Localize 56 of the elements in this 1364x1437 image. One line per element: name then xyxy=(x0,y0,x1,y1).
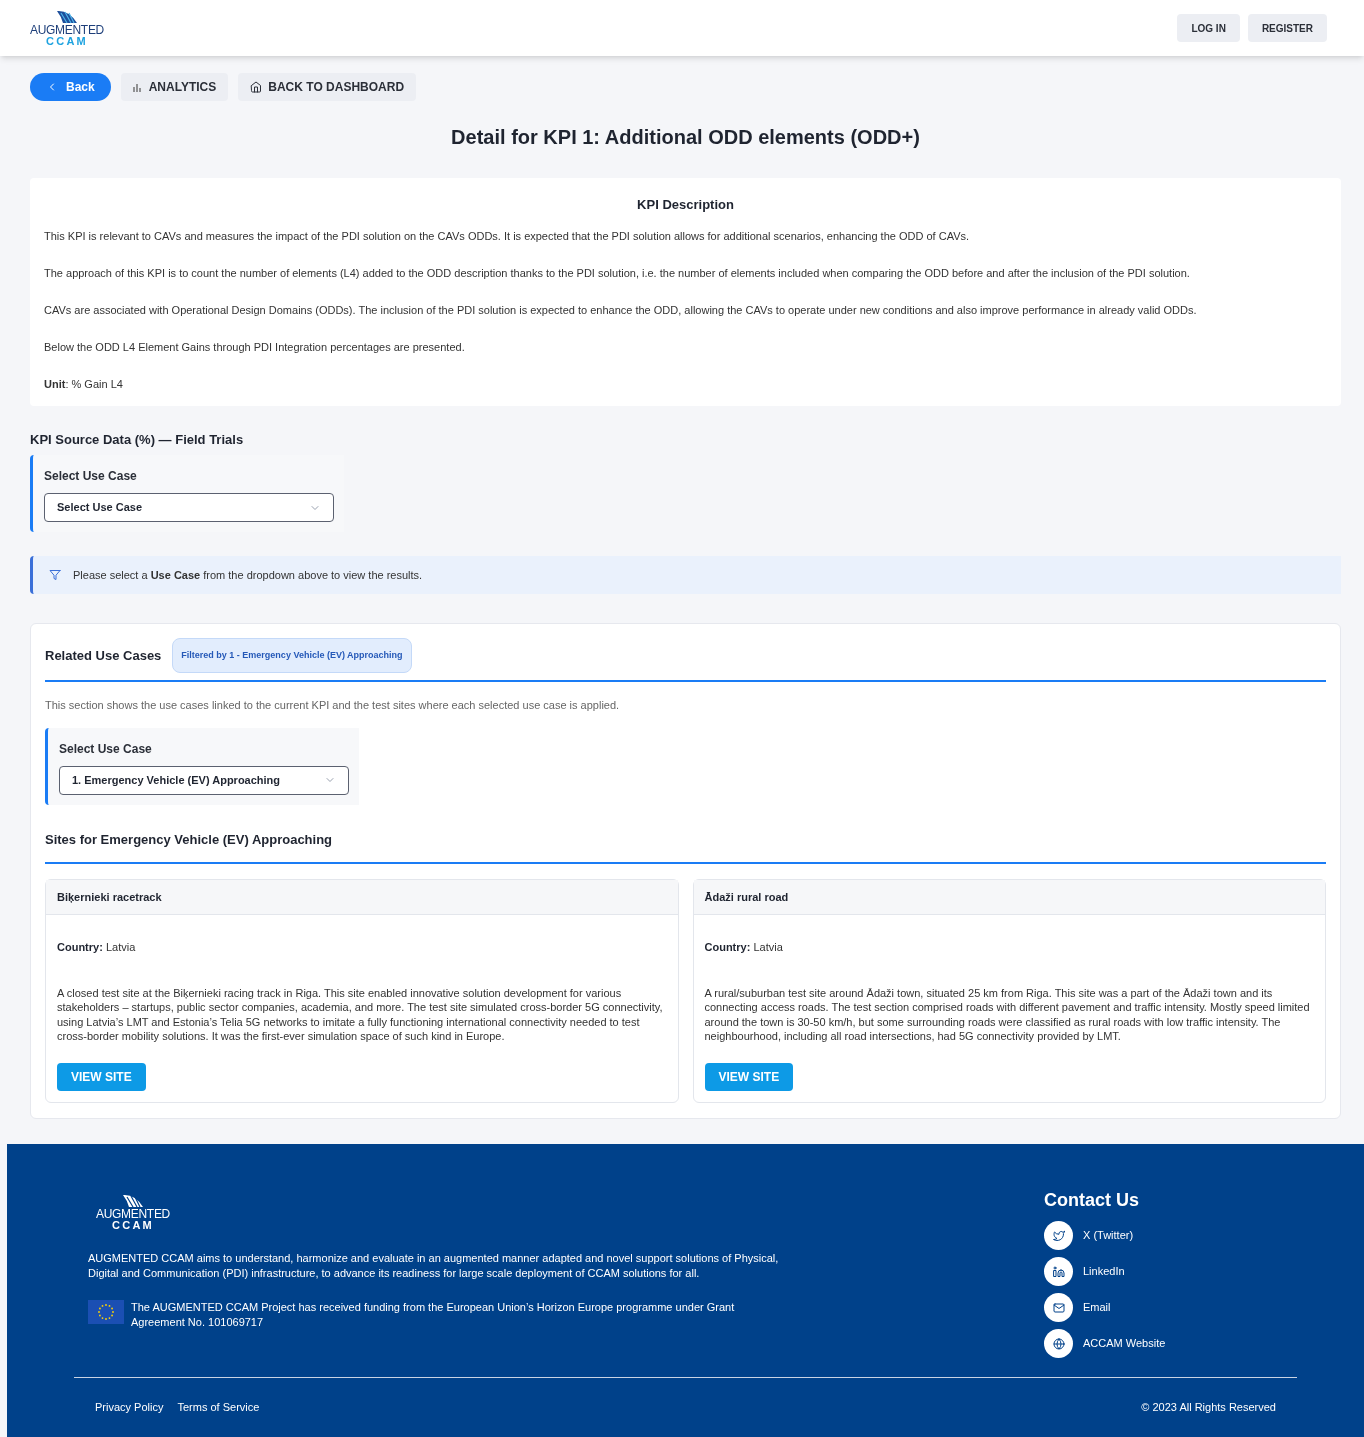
login-button[interactable]: LOG IN xyxy=(1177,14,1240,42)
logo-wing-icon xyxy=(121,1194,145,1208)
contact-link[interactable]: ACCAM Website xyxy=(1044,1329,1297,1358)
footer-about: AUGMENTED CCAM aims to understand, harmonize and evaluate in an augmented manner adapted and novel support solutions of Physical, Digital and Communication (PDI) infrastructure, to advance its readiness for large scale deployment of CCAM solutions for all. xyxy=(88,1251,780,1280)
site-description: A closed test site at the Biķernieki racing track in Riga. This site enabled innovative solution development for various stakeholders – startups, public sector companies, academia, and more. The test site simulated cross-border 5G connectivity, using Latvia’s LMT and Estonia’s Telia 5G networks to imitate a fully functioning international connectivity needed to test cross-border mobility solutions. It was the first-ever simulation space of such kind in Europe. xyxy=(57,985,664,1044)
logo-text: AUGMENTED xyxy=(30,23,104,36)
contact-heading: Contact Us xyxy=(1044,1189,1140,1212)
section-heading: Related Use Cases xyxy=(45,646,162,665)
bar-chart-icon xyxy=(132,82,143,92)
contact-label: X (Twitter) xyxy=(1083,1228,1134,1244)
home-icon xyxy=(250,81,263,93)
select-label: Select Use Case xyxy=(44,468,138,485)
logo-text: CCAM xyxy=(112,1220,154,1231)
card-heading: KPI Description xyxy=(636,196,735,214)
description-paragraph: Below the ODD L4 Element Gains through PDI Integration percentages are presented. xyxy=(44,339,466,355)
footer-link[interactable]: Terms of Service xyxy=(177,1399,260,1416)
section-heading: KPI Source Data (%) — Field Trials xyxy=(30,430,245,449)
filter-badge: Filtered by 1 - Emergency Vehicle (EV) Approaching xyxy=(172,638,412,673)
eu-flag-icon xyxy=(88,1300,124,1324)
site-country: Country: Latvia xyxy=(57,940,137,955)
site-name: Ādaži rural road xyxy=(704,889,789,905)
notice-text: Please select a Use Case from the dropdown above to view the results. xyxy=(73,567,423,583)
register-button[interactable]: REGISTER xyxy=(1247,14,1327,42)
description-paragraph: The approach of this KPI is to count the number of elements (L4) added to the ODD description thanks to the PDI solution, i.e. the number of elements included when comparing the ODD before and after the inclusion of the PDI solution. xyxy=(44,265,1191,281)
logo-wing-icon xyxy=(55,9,79,24)
site-description: A rural/suburban test site around Ādaži town, situated 25 km from Riga. This site was a part of the Ādaži town and its connecting access roads. The test section comprised roads with different pavement and traffic intensity. Mostly speed limited around the town is 30-50 km/h, but some surrounding roads were classified as rural roads with low traffic intensity. The neighbourhood, including all road intersections, had 5G connectivity provided by LMT. xyxy=(704,985,1311,1044)
logo-text: CCAM xyxy=(46,35,88,47)
footer-link[interactable]: Privacy Policy xyxy=(95,1399,164,1416)
nav-button[interactable]: ANALYTICS xyxy=(120,73,229,101)
page-title: Detail for KPI 1: Additional ODD elements (ODD+) xyxy=(450,125,921,150)
site-country: Country: Latvia xyxy=(704,940,784,955)
filter-icon xyxy=(49,569,61,581)
mail-icon xyxy=(1052,1301,1065,1314)
nav-button[interactable]: BACK TO DASHBOARD xyxy=(238,73,417,101)
section-intro: This section shows the use cases linked to the current KPI and the test sites where each selected use case is applied. xyxy=(45,698,621,713)
section-heading: Sites for Emergency Vehicle (EV) Approaching xyxy=(45,829,1326,864)
select-label: Select Use Case xyxy=(59,740,153,758)
linkedin-icon xyxy=(1052,1265,1065,1278)
site-name: Biķernieki racetrack xyxy=(57,889,162,905)
select-field[interactable]: 1. Emergency Vehicle (EV) Approaching xyxy=(59,765,349,795)
description-paragraph: CAVs are associated with Operational Design Domains (ODDs). The inclusion of the PDI solution is expected to enhance the ODD, allowing the CAVs to operate under new conditions and also improve performance in already valid ODDs. xyxy=(44,302,1198,318)
contact-label: ACCAM Website xyxy=(1083,1336,1166,1352)
description-paragraph: This KPI is relevant to CAVs and measures the impact of the PDI solution on the CAVs ODDs. It is expected that the PDI solution allows for additional scenarios, enhancing the ODD of CAVs. xyxy=(44,228,971,244)
globe-icon xyxy=(1052,1337,1065,1350)
funding-note: The AUGMENTED CCAM Project has received funding from the European Union’s Horizon Europe programme under Grant Agreement No. 101069717 xyxy=(131,1300,736,1329)
contact-link[interactable]: X (Twitter) xyxy=(1044,1221,1297,1250)
select-field[interactable]: Select Use Case xyxy=(44,493,334,522)
logo-text: AUGMENTED xyxy=(96,1208,170,1220)
bird-icon xyxy=(1052,1229,1065,1242)
copyright-text: © 2023 All Rights Reserved xyxy=(1141,1400,1276,1416)
contact-link[interactable]: Email xyxy=(1044,1293,1297,1322)
contact-label: Email xyxy=(1083,1300,1111,1316)
contact-label: LinkedIn xyxy=(1083,1264,1125,1280)
back-button[interactable]: Back xyxy=(30,73,111,101)
description-paragraph: Unit: % Gain L4 xyxy=(44,376,124,392)
contact-link[interactable]: LinkedIn xyxy=(1044,1257,1297,1286)
